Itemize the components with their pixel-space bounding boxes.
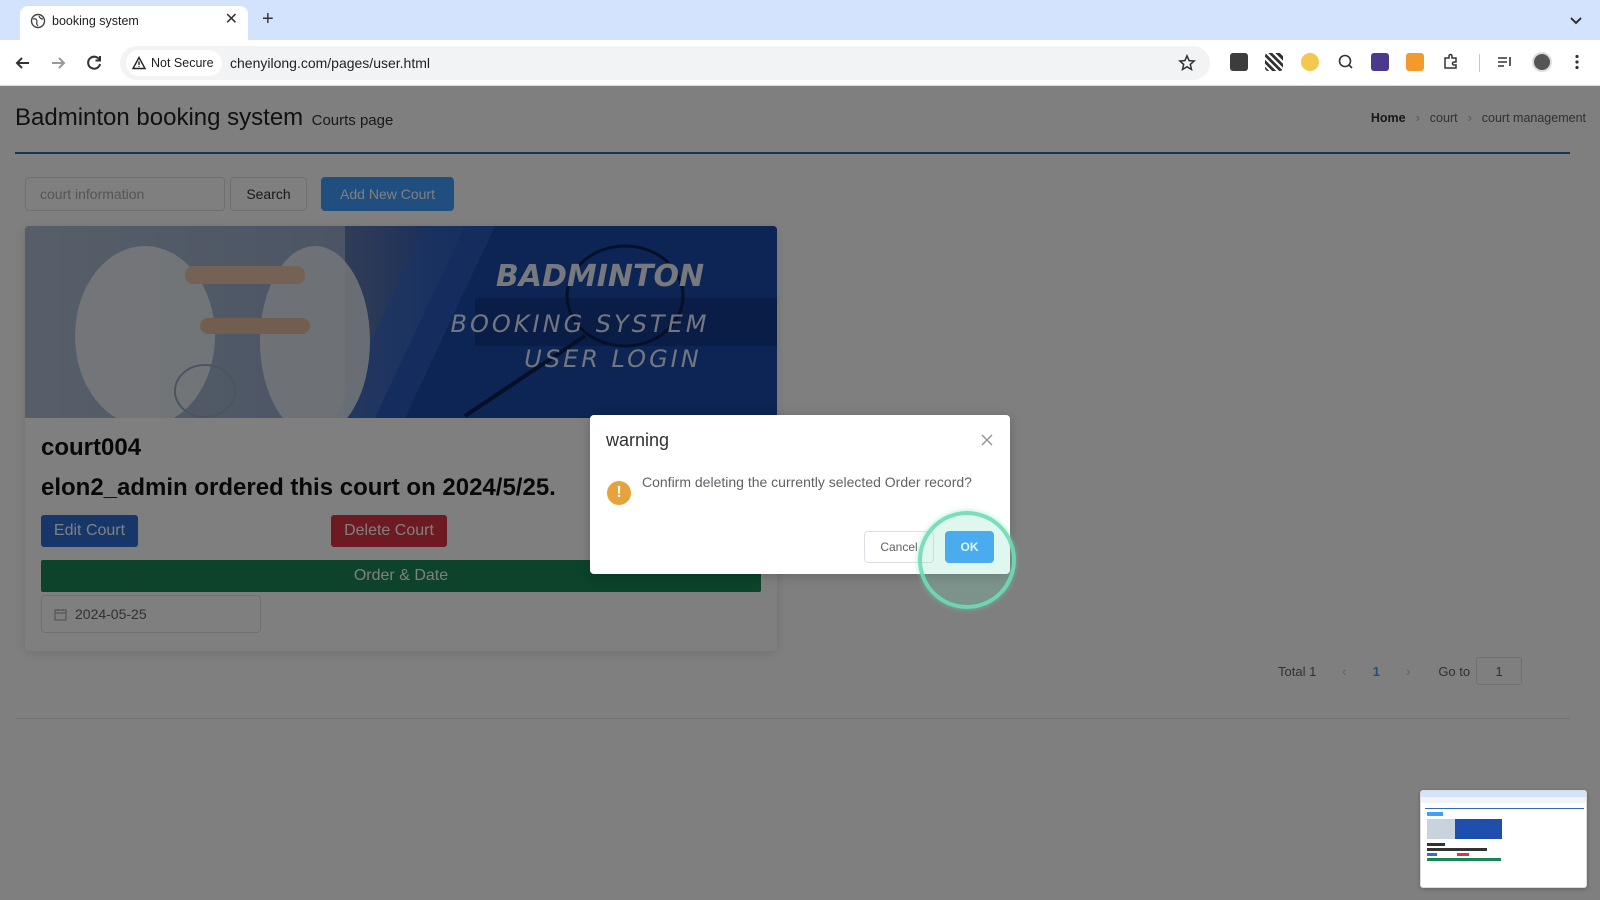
warning-exclamation-icon: !	[607, 481, 631, 505]
dialog-cancel-button[interactable]: Cancel	[864, 531, 934, 563]
extension-icon-1[interactable]	[1230, 53, 1248, 71]
tab-title: booking system	[52, 14, 139, 28]
search-extension-icon[interactable]	[1337, 53, 1355, 71]
forward-arrow-icon[interactable]	[47, 52, 69, 74]
browser-tab-bar: booking system ✕ +	[0, 0, 1600, 40]
profile-avatar[interactable]	[1532, 52, 1552, 72]
warning-triangle-icon	[132, 56, 146, 70]
dialog-close-icon[interactable]	[980, 433, 994, 447]
security-label: Not Secure	[151, 56, 214, 70]
security-chip[interactable]: Not Secure	[126, 50, 222, 76]
thumbnail-preview	[1421, 791, 1586, 861]
globe-icon	[30, 13, 46, 29]
warning-dialog: warning ! Confirm deleting the currently…	[590, 415, 1010, 574]
dialog-title: warning	[606, 430, 670, 450]
new-tab-icon[interactable]: +	[262, 8, 274, 30]
address-bar[interactable]: Not Secure chenyilong.com/pages/user.htm…	[120, 46, 1210, 80]
tab-search-chevron-icon[interactable]	[1566, 10, 1586, 30]
tab-close-icon[interactable]: ✕	[225, 11, 238, 29]
bookmark-star-icon[interactable]	[1178, 54, 1196, 72]
qr-code-extension-icon[interactable]	[1265, 53, 1283, 71]
toolbar-separator	[1479, 54, 1480, 72]
extension-icon-6[interactable]	[1406, 53, 1424, 71]
back-arrow-icon[interactable]	[12, 52, 34, 74]
browser-toolbar: Not Secure chenyilong.com/pages/user.htm…	[0, 40, 1600, 86]
url-text[interactable]: chenyilong.com/pages/user.html	[230, 55, 430, 71]
screenshot-thumbnail[interactable]	[1420, 790, 1587, 888]
reading-list-icon[interactable]	[1496, 53, 1514, 71]
reload-icon[interactable]	[83, 52, 105, 74]
puzzle-extensions-icon[interactable]	[1442, 53, 1460, 71]
extension-icon-3[interactable]	[1301, 53, 1319, 71]
ia-extension-icon[interactable]	[1371, 53, 1389, 71]
dialog-message: Confirm deleting the currently selected …	[642, 474, 972, 490]
menu-dots-icon[interactable]	[1568, 53, 1586, 71]
browser-tab[interactable]: booking system ✕	[20, 6, 248, 40]
dialog-ok-button[interactable]: OK	[945, 531, 994, 563]
